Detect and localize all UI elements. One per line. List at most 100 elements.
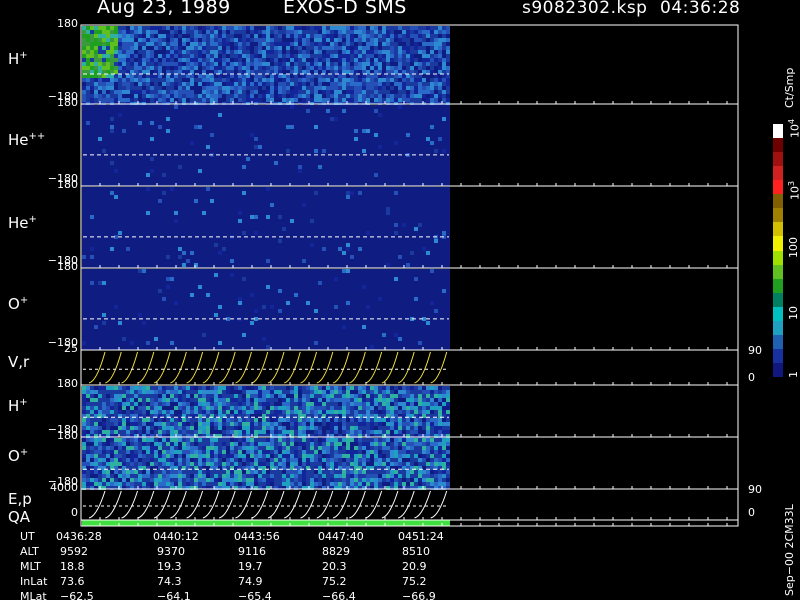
panel-0-cell <box>150 98 154 102</box>
panel-5-cell <box>438 410 442 414</box>
panel-0-cell <box>142 98 146 102</box>
panel-5-cell <box>158 426 162 430</box>
panel-0-cell <box>226 26 230 30</box>
panel-5-cell <box>234 402 238 406</box>
panel-5-cell <box>166 426 170 430</box>
panel-5-cell <box>230 410 234 414</box>
panel-5-cell <box>342 418 346 422</box>
panel-0-cell <box>394 26 398 30</box>
panel-6-cell <box>86 478 90 482</box>
panel-0-cell <box>238 34 242 38</box>
panel-5-cell <box>398 426 402 430</box>
panel-0-cell <box>286 74 290 78</box>
panel-0-cell <box>426 50 430 54</box>
panel-0-cell <box>178 90 182 94</box>
panel-6-cell <box>346 470 350 474</box>
panel-0-cell <box>82 38 86 42</box>
panel-5-cell <box>286 390 290 394</box>
panel-0-cell <box>342 34 346 38</box>
panel-6-cell <box>442 438 446 442</box>
panel-6-cell <box>130 478 134 482</box>
panel-0-cell <box>162 94 166 98</box>
panel-0-cell <box>254 66 258 70</box>
panel-0-cell <box>350 26 354 30</box>
panel-0-cell <box>378 58 382 62</box>
panel-2-cell <box>290 219 294 223</box>
panel-6-cell <box>86 442 90 446</box>
panel-5-cell <box>326 418 330 422</box>
panel-0-cell <box>82 34 86 38</box>
panel-5-cell <box>326 398 330 402</box>
panel-0-cell <box>410 26 414 30</box>
panel-6-cell <box>402 482 406 486</box>
panel-0-cell <box>298 46 302 50</box>
panel-6-cell <box>90 446 94 450</box>
panel-6-cell <box>390 438 394 442</box>
panel-6-cell <box>430 462 434 466</box>
panel-5-cell <box>274 402 278 406</box>
panel-5-cell <box>286 418 290 422</box>
panel-0-cell <box>146 94 150 98</box>
panel-5-cell <box>298 410 302 414</box>
panel-6-cell <box>378 462 382 466</box>
panel-5-cell <box>438 426 442 430</box>
panel-0-cell <box>202 94 206 98</box>
panel-0-cell <box>166 74 170 78</box>
panel-0-cell <box>354 42 358 46</box>
panel-0-cell <box>190 26 194 30</box>
panel-0-cell <box>310 94 314 98</box>
panel-0-cell <box>302 94 306 98</box>
panel-2-cell <box>358 191 362 195</box>
panel-0-cell <box>166 90 170 94</box>
panel-0-cell <box>350 94 354 98</box>
panel-5-cell <box>262 426 266 430</box>
panel-1-cell <box>442 117 446 121</box>
panel-6-cell <box>218 482 222 486</box>
panel-0-cell <box>182 90 186 94</box>
panel-6-cell <box>398 450 402 454</box>
panel-0-cell <box>186 94 190 98</box>
panel-6-cell <box>102 458 106 462</box>
colorbar-segment <box>773 348 783 364</box>
panel-6-cell <box>86 446 90 450</box>
panel-6-cell <box>398 446 402 450</box>
panel-5-cell <box>318 398 322 402</box>
panel-5-cell <box>234 386 238 390</box>
panel-0-cell <box>214 90 218 94</box>
panel-1-cell <box>334 117 338 121</box>
panel-0-cell <box>398 98 402 102</box>
panel-0-cell <box>170 58 174 62</box>
panel-6-cell <box>378 474 382 478</box>
panel-5-cell <box>338 426 342 430</box>
panel-6-cell <box>374 442 378 446</box>
panel-6-cell <box>146 470 150 474</box>
panel-5-cell <box>162 430 166 434</box>
panel-5-cell <box>110 422 114 426</box>
panel-6-cell <box>350 438 354 442</box>
panel-5-cell <box>86 426 90 430</box>
panel-6-cell <box>446 478 450 482</box>
panel-0-cell <box>262 38 266 42</box>
panel-0-cell <box>226 70 230 74</box>
panel-5-cell <box>174 430 178 434</box>
panel-0-cell <box>426 94 430 98</box>
panel-6-cell <box>202 454 206 458</box>
panel-2-cell <box>126 247 130 251</box>
panel-0-cell <box>134 30 138 34</box>
panel-0-cell <box>330 90 334 94</box>
panel-5-cell <box>270 418 274 422</box>
panel-0-cell <box>322 62 326 66</box>
panel-6-cell <box>126 450 130 454</box>
panel-0-cell <box>102 82 106 86</box>
panel-0-cell <box>206 58 210 62</box>
panel-6-cell <box>294 458 298 462</box>
panel-0-cell <box>266 74 270 78</box>
panel-6-cell <box>378 450 382 454</box>
panel-6-cell <box>206 470 210 474</box>
panel-6-cell <box>298 446 302 450</box>
panel-5-cell <box>94 406 98 410</box>
panel-6-cell <box>134 478 138 482</box>
panel-5-cell <box>318 430 322 434</box>
panel-2-cell <box>350 255 354 259</box>
panel-0-cell <box>274 82 278 86</box>
